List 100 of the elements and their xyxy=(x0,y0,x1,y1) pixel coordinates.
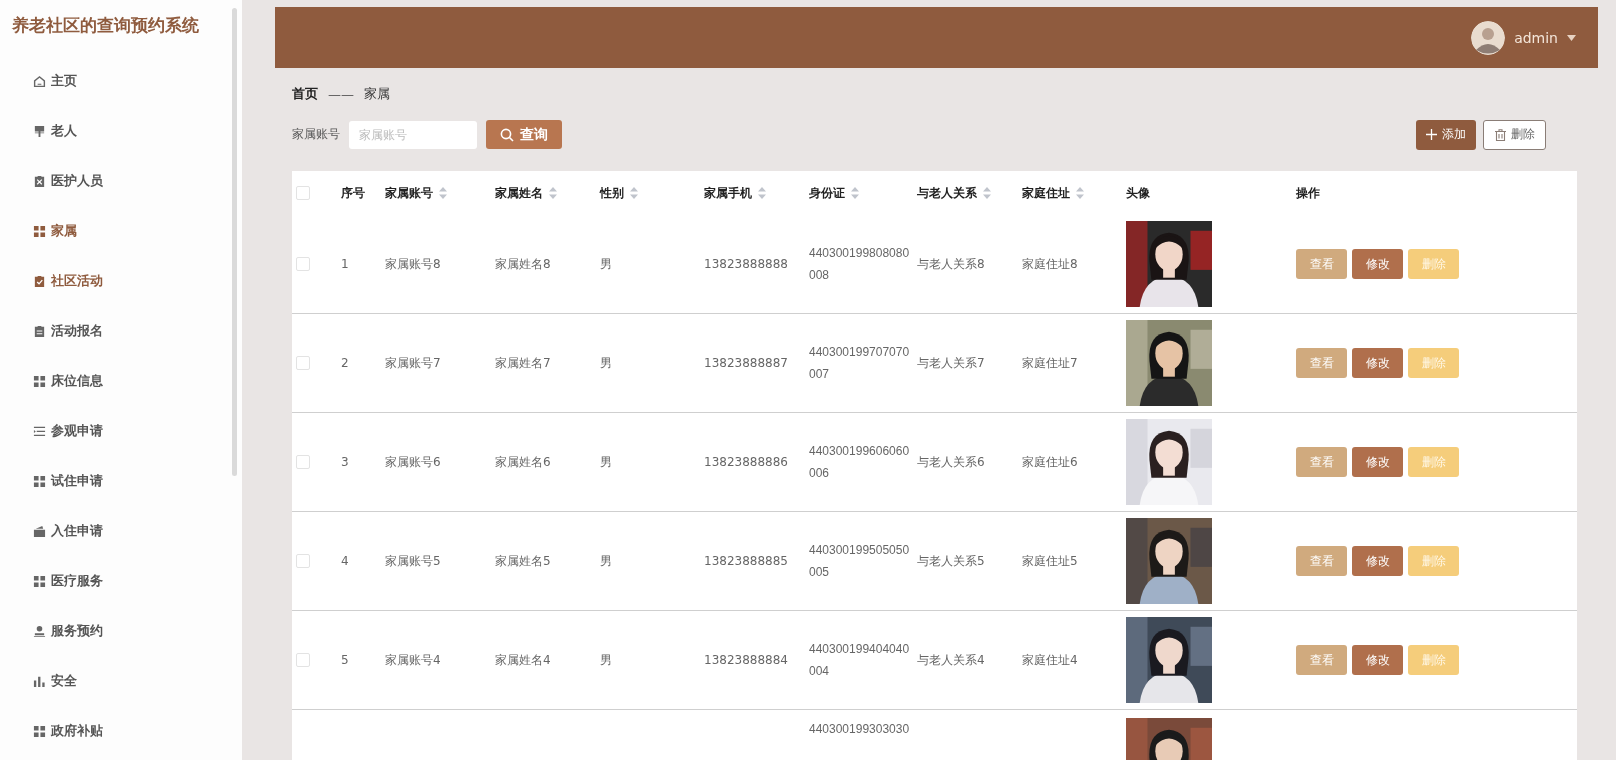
sort-icon[interactable] xyxy=(983,187,991,199)
sort-icon[interactable] xyxy=(549,187,557,199)
table-cell: 男 xyxy=(600,354,612,372)
edit-button[interactable]: 修改 xyxy=(1352,447,1403,477)
trash-icon xyxy=(1494,128,1506,141)
table-cell-text: 440300199404040004 xyxy=(809,641,911,680)
table-cell: 3 xyxy=(341,455,349,469)
table-cell: 男 xyxy=(600,453,612,471)
sidebar-item[interactable]: 社区活动 xyxy=(0,259,242,309)
table-cell: 13823888888 xyxy=(704,257,788,271)
sidebar-item[interactable]: 活动报名 xyxy=(0,309,242,359)
sidebar-item[interactable]: 参观申请 xyxy=(0,409,242,459)
checkbox[interactable] xyxy=(296,554,310,568)
home-icon xyxy=(33,74,46,88)
table-cell: 13823888885 xyxy=(704,554,788,568)
edit-button[interactable]: 修改 xyxy=(1352,348,1403,378)
column-header[interactable]: 家属账号 xyxy=(385,184,433,202)
sidebar-item[interactable]: 医护人员 xyxy=(0,159,242,209)
breadcrumb-separator: —— xyxy=(328,86,354,102)
list-icon xyxy=(33,424,46,438)
sidebar-item[interactable]: 主页 xyxy=(0,59,242,109)
column-header: 操作 xyxy=(1296,184,1320,202)
add-button[interactable]: 添加 xyxy=(1416,119,1476,150)
column-header[interactable]: 家属手机 xyxy=(704,184,752,202)
table-cell: 与老人关系5 xyxy=(917,552,985,570)
table-cell: 5 xyxy=(341,653,349,667)
table-cell: 男 xyxy=(600,255,612,273)
table-cell: 家属账号7 xyxy=(385,354,441,372)
table-cell: 家属账号4 xyxy=(385,651,441,669)
checkbox[interactable] xyxy=(296,653,310,667)
table-cell: 家属姓名7 xyxy=(495,354,551,372)
sidebar-item[interactable]: 政府补贴 xyxy=(0,709,242,759)
checkbox[interactable] xyxy=(296,186,310,200)
column-header[interactable]: 与老人关系 xyxy=(917,184,977,202)
column-header: 序号 xyxy=(341,184,365,202)
table-cell: 家庭住址7 xyxy=(1022,354,1078,372)
grid-icon xyxy=(33,724,46,738)
sidebar-item[interactable]: 服务预约 xyxy=(0,609,242,659)
table-cell: 家属姓名8 xyxy=(495,255,551,273)
search-icon xyxy=(500,127,514,142)
table-cell: 家属账号8 xyxy=(385,255,441,273)
edit-button[interactable]: 修改 xyxy=(1352,645,1403,675)
sidebar-item[interactable]: 家属 xyxy=(0,209,242,259)
sort-icon[interactable] xyxy=(758,187,766,199)
grid-icon xyxy=(33,474,46,488)
breadcrumb-link[interactable]: 首页 xyxy=(292,85,318,103)
table-cell-text: 440300199606060006 xyxy=(809,443,911,482)
edit-button[interactable]: 修改 xyxy=(1352,546,1403,576)
sort-icon[interactable] xyxy=(851,187,859,199)
checkbox[interactable] xyxy=(296,455,310,469)
delete-button[interactable]: 删除 xyxy=(1483,119,1546,150)
table-cell: 4 xyxy=(341,554,349,568)
edit-button[interactable]: 修改 xyxy=(1352,249,1403,279)
breadcrumb-current: 家属 xyxy=(364,85,390,103)
table-cell-text: 440300199808080008 xyxy=(809,245,911,284)
grid-icon xyxy=(33,374,46,388)
column-header[interactable]: 身份证 xyxy=(809,184,845,202)
pin-icon xyxy=(33,124,46,138)
table-cell-text: 440300199505050005 xyxy=(809,542,911,581)
sidebar-item[interactable]: 床位信息 xyxy=(0,359,242,409)
sidebar-item[interactable]: 安全 xyxy=(0,659,242,709)
table-cell: 家庭住址8 xyxy=(1022,255,1078,273)
table-cell: 1 xyxy=(341,257,349,271)
checkbox[interactable] xyxy=(296,356,310,370)
table-cell: 家属姓名4 xyxy=(495,651,551,669)
wallet-icon xyxy=(33,524,46,538)
sidebar-item[interactable]: 入住申请 xyxy=(0,509,242,559)
column-header[interactable]: 性别 xyxy=(600,184,624,202)
table-cell-text: 440300199707070007 xyxy=(809,344,911,383)
table-cell: 男 xyxy=(600,651,612,669)
sort-icon[interactable] xyxy=(1076,187,1084,199)
table-cell: 男 xyxy=(600,552,612,570)
search-button[interactable]: 查询 xyxy=(486,120,562,149)
table-cell: 与老人关系8 xyxy=(917,255,985,273)
scrollbar[interactable] xyxy=(232,8,237,476)
caret-icon[interactable] xyxy=(1567,34,1576,41)
column-header[interactable]: 家庭住址 xyxy=(1022,184,1070,202)
table-cell: 家属姓名5 xyxy=(495,552,551,570)
grid-icon xyxy=(33,224,46,238)
sort-icon[interactable] xyxy=(630,187,638,199)
grid-icon xyxy=(33,574,46,588)
table-cell: 家庭住址5 xyxy=(1022,552,1078,570)
plus-icon xyxy=(1426,129,1437,140)
user-name[interactable]: admin xyxy=(1514,29,1558,46)
person-icon xyxy=(33,624,46,638)
bar-chart-icon xyxy=(33,674,46,688)
search-field[interactable]: 家属账号 xyxy=(349,120,477,149)
badge-icon xyxy=(33,174,46,188)
table-cell-text: 440300199303030 xyxy=(809,721,911,738)
table-cell: 家属账号6 xyxy=(385,453,441,471)
checkbox[interactable] xyxy=(296,257,310,271)
sidebar-item[interactable]: 医疗服务 xyxy=(0,559,242,609)
table-cell: 家属姓名6 xyxy=(495,453,551,471)
column-header[interactable]: 家属姓名 xyxy=(495,184,543,202)
sidebar-item[interactable]: 老人 xyxy=(0,109,242,159)
sort-icon[interactable] xyxy=(439,187,447,199)
clipboard-check-icon xyxy=(33,274,46,288)
sidebar-item[interactable]: 试住申请 xyxy=(0,459,242,509)
table-cell: 13823888887 xyxy=(704,356,788,370)
search-label: 家属账号 xyxy=(292,126,340,143)
